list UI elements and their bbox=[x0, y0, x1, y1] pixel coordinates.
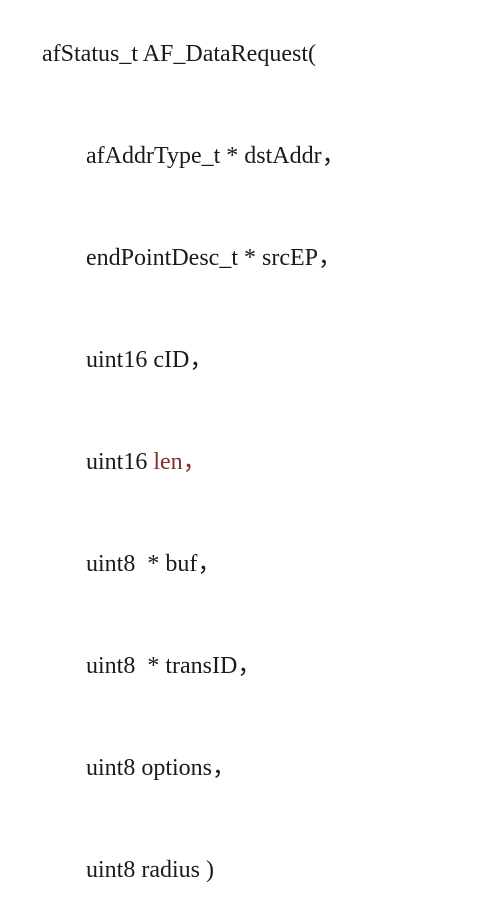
param-name: options bbox=[141, 755, 212, 781]
param-ptr: * bbox=[141, 653, 159, 679]
param-type: uint8 bbox=[86, 857, 135, 883]
param-tail: ， bbox=[197, 551, 221, 577]
param-type: endPointDesc_t bbox=[86, 245, 238, 271]
param-line: afAddrType_t * dstAddr， bbox=[18, 120, 494, 192]
decl-type: afStatus_t bbox=[42, 41, 138, 67]
param-tail: ， bbox=[237, 653, 261, 679]
param-name: cID bbox=[153, 347, 189, 373]
param-type: uint16 bbox=[86, 449, 147, 475]
param-name: transID bbox=[165, 653, 237, 679]
param-name: buf bbox=[165, 551, 197, 577]
param-name: dstAddr bbox=[244, 143, 321, 169]
param-tail: ， bbox=[322, 143, 346, 169]
param-tail: ， bbox=[212, 755, 236, 781]
param-line: uint16 len， bbox=[18, 426, 494, 498]
decl-name: AF_DataRequest( bbox=[143, 41, 316, 67]
param-tail: ， bbox=[318, 245, 342, 271]
param-ptr: * bbox=[141, 551, 159, 577]
code-block: afStatus_t AF_DataRequest( afAddrType_t … bbox=[0, 0, 504, 916]
param-line: uint8 * transID， bbox=[18, 630, 494, 702]
param-type: uint8 bbox=[86, 653, 135, 679]
param-type: uint16 bbox=[86, 347, 147, 373]
param-ptr: * bbox=[244, 245, 256, 271]
param-tail: ， bbox=[189, 347, 213, 373]
param-type: uint8 bbox=[86, 551, 135, 577]
param-tail: ) bbox=[200, 857, 214, 883]
param-name: radius bbox=[141, 857, 200, 883]
param-name: srcEP bbox=[262, 245, 318, 271]
param-line: uint8 radius ) bbox=[18, 834, 494, 906]
param-tail: ， bbox=[183, 449, 207, 475]
param-type: uint8 bbox=[86, 755, 135, 781]
param-name: len bbox=[153, 449, 182, 475]
param-line: uint8 options， bbox=[18, 732, 494, 804]
param-line: endPointDesc_t * srcEP， bbox=[18, 222, 494, 294]
param-type: afAddrType_t bbox=[86, 143, 220, 169]
param-line: uint8 * buf， bbox=[18, 528, 494, 600]
param-ptr: * bbox=[226, 143, 238, 169]
decl-line: afStatus_t AF_DataRequest( bbox=[18, 18, 494, 90]
param-line: uint16 cID， bbox=[18, 324, 494, 396]
